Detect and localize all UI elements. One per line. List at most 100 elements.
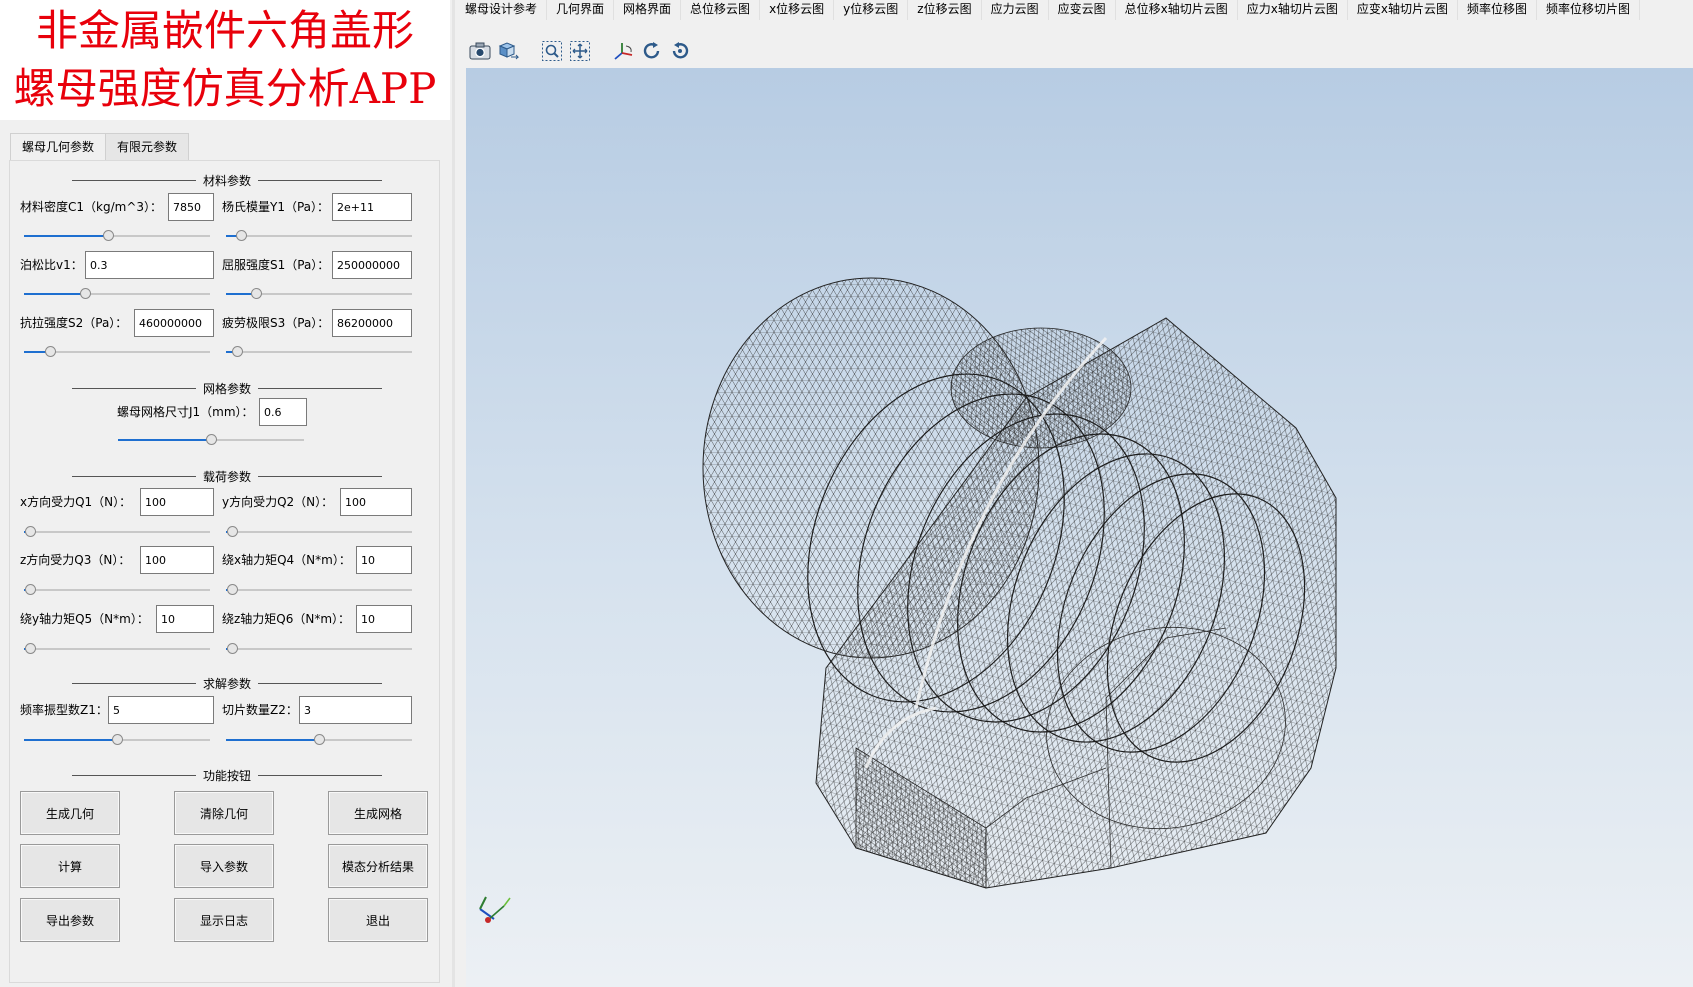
density-slider[interactable] [24, 229, 210, 243]
q4-field[interactable] [356, 546, 412, 574]
q2-slider[interactable] [226, 525, 412, 539]
clear-geometry-button[interactable]: 清除几何 [174, 791, 274, 835]
import-params-button[interactable]: 导入参数 [174, 844, 274, 888]
tensile-field[interactable] [134, 309, 214, 337]
z1-field[interactable] [108, 696, 214, 724]
show-log-button[interactable]: 显示日志 [174, 898, 274, 942]
rotate-ccw-icon[interactable] [666, 37, 694, 65]
slider-handle[interactable] [226, 584, 238, 595]
q6-slider[interactable] [226, 642, 412, 656]
mesh-size-field[interactable] [259, 398, 307, 426]
section-load: 载荷参数 [72, 468, 383, 484]
mesh-size-label: 螺母网格尺寸J1（mm）： [117, 405, 254, 419]
menu-strain-slice[interactable]: 应变x轴切片云图 [1348, 0, 1458, 20]
slider-fill [226, 739, 319, 741]
q3-field[interactable] [140, 546, 214, 574]
poisson-field[interactable] [85, 251, 214, 279]
modal-results-button[interactable]: 模态分析结果 [328, 844, 428, 888]
tensile-slider[interactable] [24, 345, 210, 359]
slider-handle[interactable] [102, 230, 114, 241]
menu-y-displacement[interactable]: y位移云图 [834, 0, 909, 20]
view-toolbar [466, 36, 694, 66]
camera-icon[interactable] [466, 37, 494, 65]
menu-nut-design-ref[interactable]: 螺母设计参考 [456, 0, 548, 20]
menu-stress[interactable]: 应力云图 [982, 0, 1049, 20]
slider-handle[interactable] [235, 230, 247, 241]
slider-handle[interactable] [250, 288, 262, 299]
menu-mesh[interactable]: 网格界面 [614, 0, 682, 20]
section-functions: 功能按钮 [72, 767, 383, 783]
q4-slider[interactable] [226, 583, 412, 597]
menu-geometry[interactable]: 几何界面 [547, 0, 615, 20]
slider-track [226, 648, 412, 650]
q3-slider[interactable] [24, 583, 210, 597]
q1-slider[interactable] [24, 525, 210, 539]
poisson-slider[interactable] [24, 287, 210, 301]
z2-field[interactable] [299, 696, 412, 724]
tab-fem-params[interactable]: 有限元参数 [105, 133, 190, 160]
export-params-button[interactable]: 导出参数 [20, 898, 120, 942]
slider-handle[interactable] [112, 734, 123, 745]
rotate-cw-icon[interactable] [638, 37, 666, 65]
density-field[interactable] [168, 193, 214, 221]
parameter-panel: 材料参数 材料密度C1（kg/m^3）： 杨氏模量Y1（Pa）： 泊松比v1： … [9, 160, 440, 983]
section-mesh: 网格参数 [72, 380, 383, 396]
menu-freq-displacement[interactable]: 频率位移图 [1458, 0, 1537, 20]
slider-fill [24, 739, 117, 741]
axes-orient-icon[interactable] [610, 37, 638, 65]
youngs-slider[interactable] [226, 229, 412, 243]
compute-button[interactable]: 计算 [20, 844, 120, 888]
q5-field[interactable] [156, 605, 214, 633]
fatigue-slider[interactable] [226, 345, 412, 359]
fatigue-field[interactable] [332, 309, 412, 337]
z2-label: 切片数量Z2： [222, 703, 298, 717]
zoom-box-icon[interactable] [538, 37, 566, 65]
yield-field[interactable] [332, 251, 412, 279]
section-material-title: 材料参数 [203, 173, 252, 188]
z2-slider[interactable] [226, 733, 412, 747]
menu-x-displacement[interactable]: x位移云图 [760, 0, 835, 20]
youngs-field[interactable] [332, 193, 412, 221]
mesh-size-slider[interactable] [118, 433, 304, 447]
axis-triad-icon [479, 896, 511, 923]
menu-stress-slice[interactable]: 应力x轴切片云图 [1238, 0, 1348, 20]
q5-slider[interactable] [24, 642, 210, 656]
app-title-line2: 螺母强度仿真分析APP [13, 64, 437, 113]
menu-strain[interactable]: 应变云图 [1049, 0, 1116, 20]
slider-handle[interactable] [24, 526, 36, 537]
slider-handle[interactable] [24, 584, 36, 595]
q6-field[interactable] [356, 605, 412, 633]
menu-z-displacement[interactable]: z位移云图 [908, 0, 982, 20]
menu-total-displacement[interactable]: 总位移云图 [681, 0, 761, 20]
menu-freq-disp-slice[interactable]: 频率位移切片图 [1537, 0, 1640, 20]
tab-nut-geometry[interactable]: 螺母几何参数 [10, 133, 107, 160]
exit-button[interactable]: 退出 [328, 898, 428, 942]
panel-splitter[interactable] [452, 0, 455, 987]
slider-handle[interactable] [226, 526, 238, 537]
slider-handle[interactable] [80, 288, 92, 299]
youngs-label: 杨氏模量Y1（Pa）： [222, 200, 330, 214]
slider-handle[interactable] [24, 643, 36, 654]
yield-slider[interactable] [226, 287, 412, 301]
section-solve: 求解参数 [72, 675, 383, 691]
zoom-extents-icon[interactable] [566, 37, 594, 65]
slider-handle[interactable] [226, 643, 238, 654]
slider-track [24, 648, 210, 650]
poisson-label: 泊松比v1： [20, 258, 83, 272]
slider-handle[interactable] [314, 734, 325, 745]
view-cube-icon[interactable] [494, 37, 522, 65]
q2-field[interactable] [340, 488, 412, 516]
slider-track [24, 531, 210, 533]
z1-slider[interactable] [24, 733, 210, 747]
q6-label: 绕z轴力矩Q6（N*m）： [222, 612, 351, 626]
3d-viewport[interactable] [466, 68, 1693, 987]
q1-field[interactable] [140, 488, 214, 516]
slider-handle[interactable] [232, 346, 244, 357]
nut-mesh-body [702, 277, 1337, 889]
slider-handle[interactable] [206, 434, 217, 445]
generate-geometry-button[interactable]: 生成几何 [20, 791, 120, 835]
slider-handle[interactable] [45, 346, 57, 357]
menu-total-disp-slice[interactable]: 总位移x轴切片云图 [1116, 0, 1238, 20]
slider-track [226, 235, 412, 237]
generate-mesh-button[interactable]: 生成网格 [328, 791, 428, 835]
